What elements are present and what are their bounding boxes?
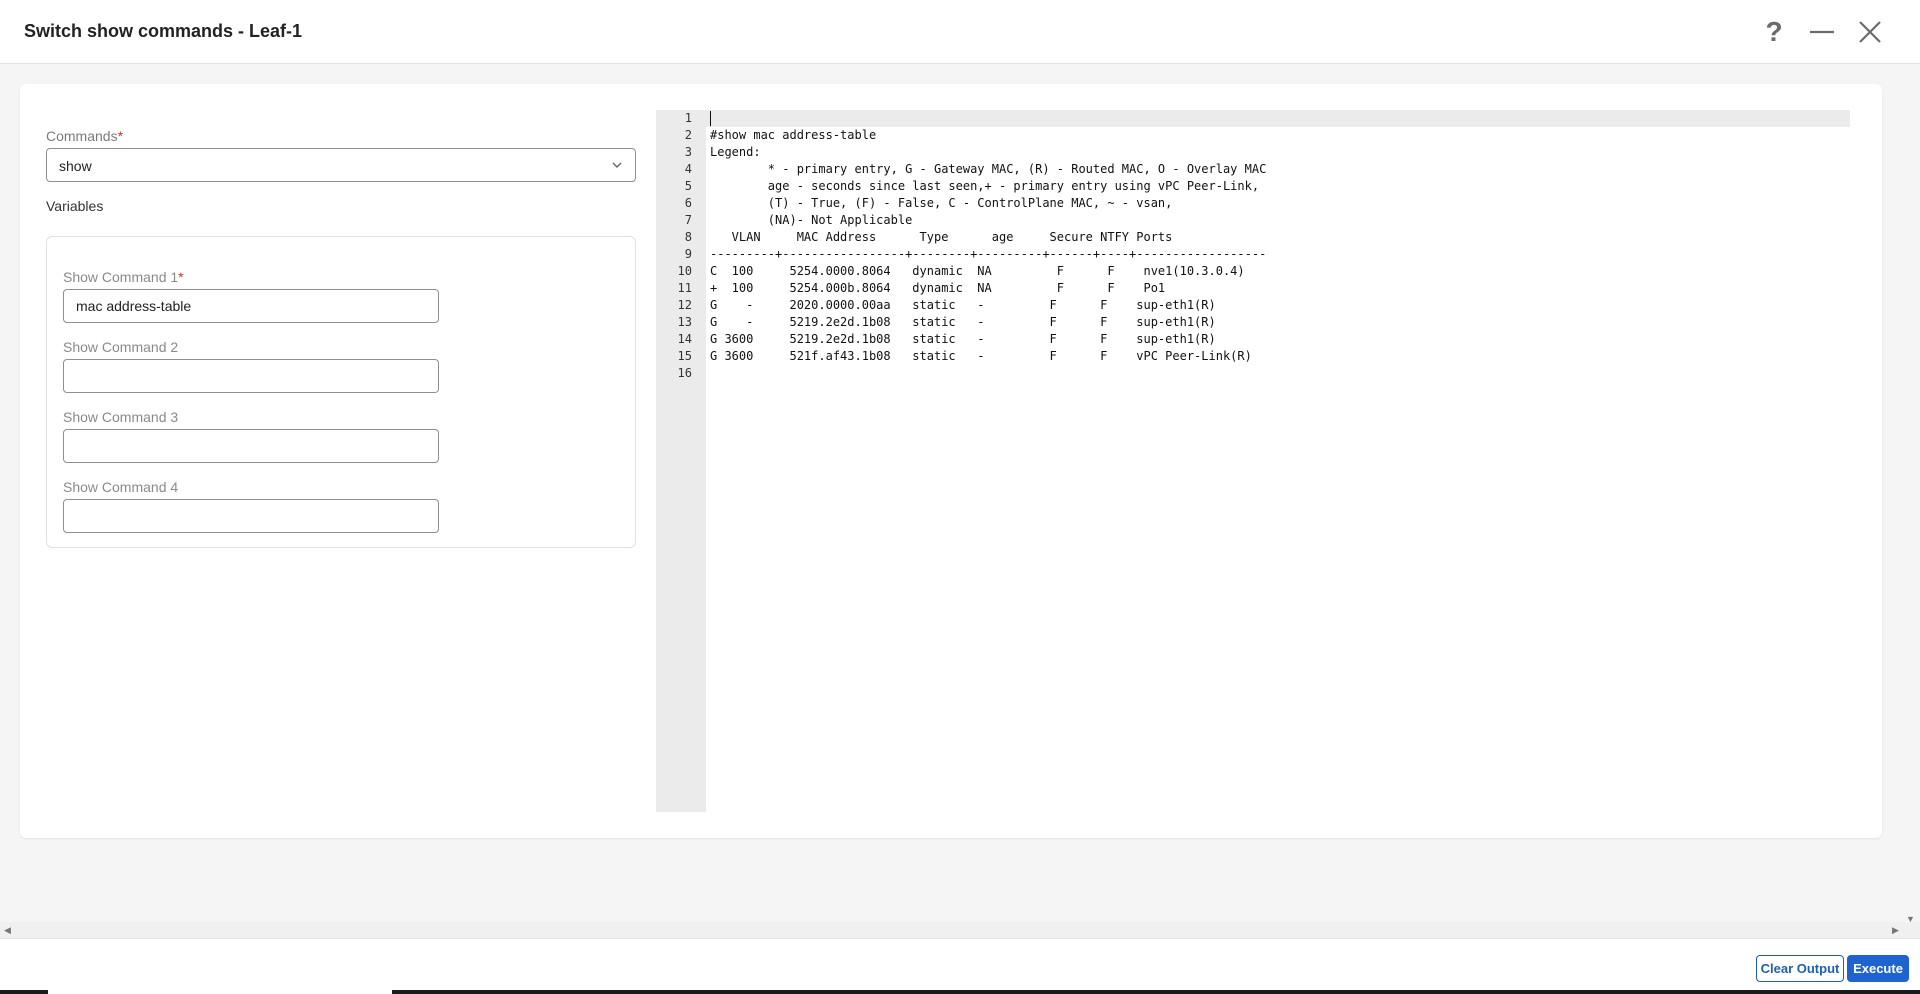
line-number: 8: [684, 230, 692, 244]
line-number: 10: [677, 264, 692, 278]
show-command-2-label: Show Command 2: [63, 339, 179, 355]
code-line: G 3600 521f.af43.1b08 static - F F vPC P…: [710, 349, 1252, 363]
active-line-highlight: [706, 110, 1850, 127]
output-editor[interactable]: 1 2 #show mac address-table 3 Legend: 4 * - p…: [656, 110, 1858, 812]
code-line: G - 2020.0000.00aa static - F F sup-eth1…: [710, 298, 1216, 312]
line-number: 7: [684, 213, 692, 227]
code-line: + 100 5254.000b.8064 dynamic NA F F Po1: [710, 281, 1166, 295]
text-caret: [710, 111, 711, 126]
show-command-3-label: Show Command 3: [63, 409, 179, 425]
show-command-2-input[interactable]: [63, 359, 439, 393]
commands-select[interactable]: show: [46, 148, 636, 182]
help-icon[interactable]: ?: [1756, 14, 1792, 50]
code-line: * - primary entry, G - Gateway MAC, (R) …: [710, 162, 1267, 176]
show-command-4-input[interactable]: [63, 499, 439, 533]
code-line: #show mac address-table: [710, 128, 877, 142]
execute-button[interactable]: Execute: [1847, 955, 1909, 982]
close-icon[interactable]: [1852, 14, 1888, 50]
code-line: Legend:: [710, 145, 761, 159]
main-card: Commands* show Variables Show Command 1*…: [20, 84, 1882, 838]
dialog-footer: Clear Output Execute: [0, 938, 1920, 994]
line-number: 13: [677, 315, 692, 329]
taskbar-segment: [48, 990, 392, 994]
line-number: 6: [684, 196, 692, 210]
code-line: (NA)- Not Applicable: [710, 213, 913, 227]
variables-panel: Show Command 1* Show Command 2 Show Comm…: [46, 236, 636, 548]
show-command-1-input[interactable]: [63, 289, 439, 323]
line-number: 5: [684, 179, 692, 193]
scroll-right-icon[interactable]: ▶: [1892, 925, 1899, 936]
show-command-4-label: Show Command 4: [63, 479, 179, 495]
line-number: 15: [677, 349, 692, 363]
horizontal-scrollbar[interactable]: ◀ ▶ ▼: [0, 914, 1920, 938]
code-line: age - seconds since last seen,+ - primar…: [710, 179, 1260, 193]
line-number: 11: [677, 281, 692, 295]
commands-select-value: show: [59, 158, 92, 174]
line-number: 4: [684, 162, 692, 176]
variables-label: Variables: [46, 198, 104, 214]
dialog-header: Switch show commands - Leaf-1 ?: [0, 0, 1920, 64]
minimize-icon[interactable]: [1804, 14, 1840, 50]
line-number: 12: [677, 298, 692, 312]
show-command-3-input[interactable]: [63, 429, 439, 463]
code-line: (T) - True, (F) - False, C - ControlPlan…: [710, 196, 1173, 210]
code-line: G 3600 5219.2e2d.1b08 static - F F sup-e…: [710, 332, 1216, 346]
line-number: 16: [677, 366, 692, 380]
line-number: 14: [677, 332, 692, 346]
scroll-left-icon[interactable]: ◀: [4, 925, 11, 936]
code-line: VLAN MAC Address Type age Secure NTFY Po…: [710, 230, 1173, 244]
line-number: 2: [684, 128, 692, 142]
taskbar: [0, 990, 1920, 994]
scroll-down-icon[interactable]: ▼: [1906, 914, 1915, 924]
dialog-title: Switch show commands - Leaf-1: [24, 21, 303, 41]
code-line: ---------+-----------------+--------+---…: [710, 247, 1267, 261]
code-line: G - 5219.2e2d.1b08 static - F F sup-eth1…: [710, 315, 1216, 329]
code-line: C 100 5254.0000.8064 dynamic NA F F nve1…: [710, 264, 1245, 278]
show-command-1-label: Show Command 1*: [63, 269, 184, 285]
line-number: 1: [684, 111, 692, 125]
line-number: 3: [684, 145, 692, 159]
commands-label: Commands*: [46, 128, 124, 144]
chevron-down-icon: [612, 162, 622, 168]
clear-output-button[interactable]: Clear Output: [1756, 955, 1844, 982]
line-number: 9: [684, 247, 692, 261]
